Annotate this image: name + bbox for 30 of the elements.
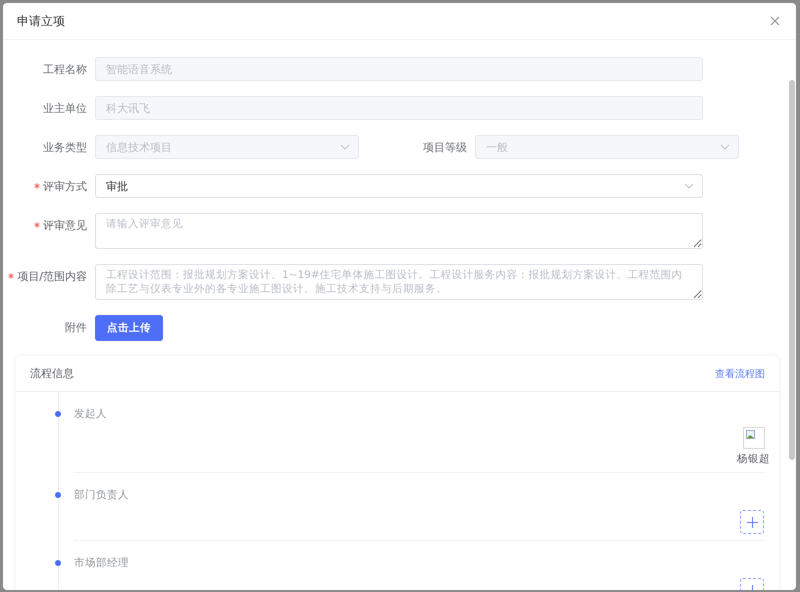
text-area[interactable]: 工程设计范围：报批规划方案设计、1~19#住宅单体施工图设计。工程设计服务内容：报批规划方案设计、工程范围内除工艺与仪表专业外的各专业施工图设计、施工技术支持与后期服务。 bbox=[95, 264, 703, 300]
step-label: 发起人 bbox=[74, 407, 108, 422]
chevron-down-icon bbox=[720, 144, 730, 150]
field-label: 工程名称 bbox=[43, 62, 87, 76]
add-approver-button[interactable] bbox=[740, 510, 764, 534]
chevron-down-icon bbox=[340, 144, 350, 150]
field-label: 项目等级 bbox=[423, 140, 467, 154]
card-title: 流程信息 bbox=[30, 366, 74, 381]
field-label: 项目/范围内容 bbox=[17, 268, 87, 284]
text-area[interactable]: 请输入评审意见 bbox=[95, 213, 703, 249]
close-icon[interactable] bbox=[770, 16, 780, 26]
flowchart-link[interactable]: 查看流程图 bbox=[715, 366, 765, 380]
timeline-dot bbox=[55, 560, 61, 566]
field-label: 评审方式 bbox=[43, 178, 87, 194]
timeline-dot bbox=[55, 411, 61, 417]
broken-image-placeholder bbox=[742, 427, 764, 449]
field-label: 业务类型 bbox=[43, 140, 87, 154]
timeline-dot bbox=[55, 492, 61, 498]
approver-name: 杨银超 bbox=[737, 452, 770, 466]
step-label: 部门负责人 bbox=[74, 488, 130, 503]
dialog-title: 申请立项 bbox=[17, 12, 65, 30]
scrollbar-thumb[interactable] bbox=[789, 80, 795, 460]
field-label: 业主单位 bbox=[43, 100, 87, 116]
field-label: 评审意见 bbox=[43, 218, 87, 232]
select-field[interactable]: 审批 bbox=[95, 174, 703, 198]
field-label: 附件 bbox=[65, 320, 87, 334]
plus-icon bbox=[746, 516, 758, 528]
chevron-down-icon bbox=[684, 183, 694, 189]
upload-button[interactable]: 点击上传 bbox=[95, 315, 163, 341]
step-label: 市场部经理 bbox=[74, 556, 130, 571]
